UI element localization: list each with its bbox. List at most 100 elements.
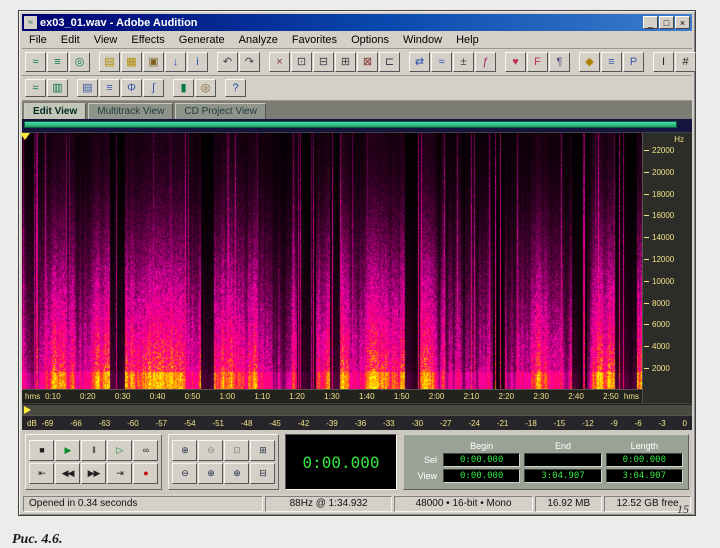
zoom-vertical-button[interactable]: ⊟ — [250, 463, 275, 484]
cue-list-button[interactable]: ▤ — [77, 79, 98, 97]
file-open-button[interactable]: ▦ — [121, 52, 142, 72]
zoom-selection-left-button[interactable]: ⊕ — [198, 463, 223, 484]
sel-begin-field[interactable]: 0:00.000 — [443, 453, 521, 467]
figure-caption: Рис. 4.6. — [12, 532, 63, 547]
spectrogram-display[interactable] — [22, 133, 642, 389]
record-button[interactable]: ● — [133, 463, 158, 484]
transport-button-icon: ▶ — [64, 445, 72, 455]
zoom-in-button[interactable]: ⊕ — [172, 440, 197, 461]
view-end-field[interactable]: 3:04.907 — [524, 469, 602, 483]
properties-button[interactable]: P — [623, 52, 644, 72]
sel-end-field[interactable] — [524, 453, 602, 467]
view-begin-field[interactable]: 0:00.000 — [443, 469, 521, 483]
undo-button[interactable]: ↶ — [217, 52, 238, 72]
delete-button[interactable]: ⊠ — [357, 52, 378, 72]
play-to-end-button[interactable]: ▷ — [107, 440, 132, 461]
menu-item[interactable]: Analyze — [232, 32, 285, 48]
zoom-out-full-button[interactable]: ⊖ — [172, 463, 197, 484]
db-tick: -3 — [658, 418, 666, 428]
waveform-view-button[interactable]: ≈ — [25, 52, 46, 72]
menu-item[interactable]: Options — [344, 32, 396, 48]
zoom-full-button[interactable]: ⊡ — [224, 440, 249, 461]
redo-button[interactable]: ↷ — [239, 52, 260, 72]
tab-multitrack-view[interactable]: Multitrack View — [88, 103, 174, 119]
title-bar[interactable]: ≈ ex03_01.wav - Adobe Audition _ □ × — [22, 14, 692, 31]
zoom-to-window-button[interactable]: ⊞ — [250, 440, 275, 461]
waveform-display-button[interactable]: ≈ — [25, 79, 46, 97]
time-ruler[interactable]: hms 0:10 0:20 0:30 0:40 0:50 1:00 1:10 1:20 1:30… — [22, 389, 642, 403]
copy-button[interactable]: ⊡ — [291, 52, 312, 72]
menu-item[interactable]: File — [22, 32, 54, 48]
zoom-out-button[interactable]: ⊖ — [198, 440, 223, 461]
multitrack-view-button[interactable]: ≡ — [47, 52, 68, 72]
frequency-analysis-button[interactable]: ∫ — [143, 79, 164, 97]
zoom-selection-right-button[interactable]: ⊕ — [224, 463, 249, 484]
toolbar-button-icon: ⊡ — [296, 55, 307, 68]
cut-button[interactable]: × — [269, 52, 290, 72]
normalize-button[interactable]: ≈ — [431, 52, 452, 72]
playhead-marker-icon[interactable] — [20, 133, 30, 140]
convert-sample-type-button[interactable]: ⇄ — [409, 52, 430, 72]
tick-dash — [644, 171, 649, 173]
pause-button[interactable]: ‖ — [81, 440, 106, 461]
frequency-ruler[interactable]: Hz 22000 20000 18000 16000 14000 12000 1… — [642, 133, 692, 403]
db-unit-label: dB — [27, 418, 37, 428]
cd-project-button[interactable]: ◎ — [69, 52, 90, 72]
effects-rack-button[interactable]: ƒ — [475, 52, 496, 72]
transport-button-icon: ● — [143, 468, 149, 478]
trim-button[interactable]: ⊏ — [379, 52, 400, 72]
cd-burn-button[interactable]: ◎ — [195, 79, 216, 97]
toolbar-button-icon: ƒ — [482, 55, 489, 68]
file-save-button[interactable]: ▣ — [143, 52, 164, 72]
length-header: Length — [630, 441, 659, 451]
go-to-end-button[interactable]: ⇥ — [107, 463, 132, 484]
toolbar-button-icon: ▤ — [82, 81, 93, 94]
file-info-button[interactable]: i — [187, 52, 208, 72]
favorite-f-button[interactable]: F — [527, 52, 548, 72]
mixer-button[interactable]: ≡ — [601, 52, 622, 72]
marker-button[interactable]: ◆ — [579, 52, 600, 72]
menu-item[interactable]: Effects — [124, 32, 171, 48]
menu-item[interactable]: Favorites — [285, 32, 344, 48]
toolbar-button-icon: I — [661, 55, 666, 68]
menu-item[interactable]: View — [87, 32, 125, 48]
paste-button[interactable]: ⊟ — [313, 52, 334, 72]
amplitude-ruler[interactable]: dB -69 -66 -63 -60 -57 -54 -51 -48 -45 -42 -39 -36-… — [22, 415, 692, 430]
phase-analysis-button[interactable]: Φ — [121, 79, 142, 97]
go-to-beginning-button[interactable]: ⇤ — [29, 463, 54, 484]
loop-play-button[interactable]: ∞ — [133, 440, 158, 461]
toolbar-button-icon: ◆ — [585, 55, 594, 68]
script-button[interactable]: ¶ — [549, 52, 570, 72]
view-length-field[interactable]: 3:04.907 — [605, 469, 683, 483]
stop-button[interactable]: ■ — [29, 440, 54, 461]
help-button[interactable]: ? — [225, 79, 246, 97]
magnifier-icon: ⊖ — [207, 445, 214, 455]
tab-cd-project-view[interactable]: CD Project View — [175, 103, 266, 119]
monitor-record-level-button[interactable]: ▮ — [173, 79, 194, 97]
menu-item[interactable]: Window — [396, 32, 449, 48]
favorites-button[interactable]: ♥ — [505, 52, 526, 72]
minimize-button[interactable]: _ — [643, 16, 658, 29]
fast-forward-button[interactable]: ▶▶ — [81, 463, 106, 484]
menu-item[interactable]: Help — [449, 32, 486, 48]
rewind-button[interactable]: ◀◀ — [55, 463, 80, 484]
zoom-controls: ⊕ ⊖ ⊡ ⊞ ⊖ ⊕ ⊕ ⊟ — [168, 434, 279, 490]
horizontal-scrollbar[interactable] — [22, 404, 692, 415]
amplify-button[interactable]: ± — [453, 52, 474, 72]
spectral-display-button[interactable]: ▥ — [47, 79, 68, 97]
sel-length-field[interactable]: 0:00.000 — [605, 453, 683, 467]
overview-scroll-bar[interactable] — [24, 121, 677, 128]
selection-tool-button[interactable]: I — [653, 52, 674, 72]
menu-item[interactable]: Generate — [172, 32, 232, 48]
menu-item[interactable]: Edit — [54, 32, 87, 48]
file-import-button[interactable]: ↓ — [165, 52, 186, 72]
play-list-button[interactable]: ≡ — [99, 79, 120, 97]
spectral-selection-button[interactable]: # — [675, 52, 696, 72]
file-new-button[interactable]: ▤ — [99, 52, 120, 72]
play-button[interactable]: ▶ — [55, 440, 80, 461]
mix-paste-button[interactable]: ⊞ — [335, 52, 356, 72]
close-button[interactable]: × — [675, 16, 690, 29]
tab-edit-view[interactable]: Edit View — [24, 103, 87, 119]
sel-row-label: Sel — [423, 455, 437, 465]
maximize-button[interactable]: □ — [659, 16, 674, 29]
